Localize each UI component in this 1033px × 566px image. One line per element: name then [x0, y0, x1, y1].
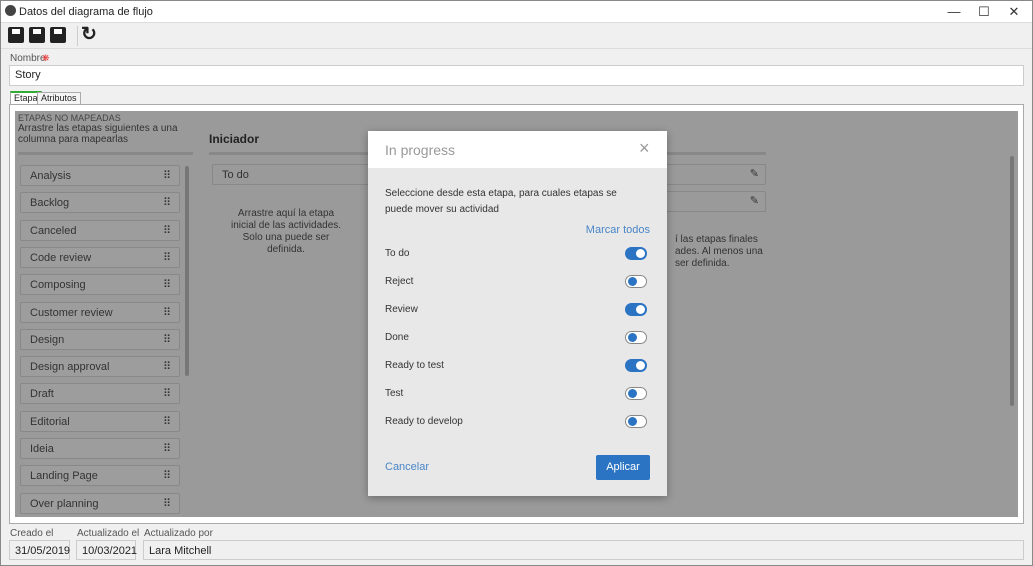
required-icon: ❋: [42, 53, 50, 63]
divider: [77, 26, 78, 46]
initiator-hint: Arrastre aquí la etapa inicial de las ac…: [230, 208, 342, 255]
option-label: To do: [385, 248, 410, 259]
minimize-button[interactable]: —: [939, 3, 969, 21]
drag-handle-icon[interactable]: ⠿: [163, 333, 171, 346]
stage-label: Backlog: [30, 197, 70, 210]
unmapped-stage-item[interactable]: Design ⠿: [20, 328, 180, 350]
drag-handle-icon[interactable]: ⠿: [163, 387, 171, 400]
stage-label: Design approval: [30, 361, 110, 374]
stage-label: Ideia: [30, 443, 54, 455]
created-label: Creado el: [10, 528, 54, 539]
unmapped-stage-item[interactable]: Editorial ⠿: [20, 410, 180, 432]
stage-label: Analysis: [30, 170, 71, 182]
stage-label: Canceled: [30, 224, 77, 237]
main-scrollbar[interactable]: [1010, 156, 1014, 406]
option-label: Ready to develop: [385, 416, 463, 427]
toolbar: ↻: [1, 23, 1032, 49]
updated-by-field: Lara Mitchell: [143, 540, 1024, 560]
option-label: Reject: [385, 276, 414, 287]
option-toggle[interactable]: [625, 247, 647, 260]
app-globe-icon: [5, 5, 16, 16]
unmapped-stage-item[interactable]: Analysis ⠿: [20, 165, 180, 186]
drag-handle-icon[interactable]: ⠿: [163, 497, 171, 510]
drag-handle-icon[interactable]: ⠿: [163, 415, 171, 428]
option-label: Review: [385, 304, 418, 315]
modal-title: In progress: [385, 142, 456, 158]
option-toggle[interactable]: [625, 331, 647, 344]
save-new-icon[interactable]: [8, 27, 24, 43]
title-bar: Datos del diagrama de flujo — ☐ ✕: [1, 1, 1032, 23]
updated-label: Actualizado el: [77, 528, 140, 539]
unmapped-stage-item[interactable]: Canceled ⠿: [20, 219, 180, 241]
modal-header: In progress ×: [368, 131, 667, 168]
initiator-title: Iniciador: [209, 132, 260, 146]
drag-handle-icon[interactable]: ⠿: [163, 224, 171, 237]
unmapped-heading: ETAPAS NO MAPEADAS: [18, 113, 121, 123]
name-input[interactable]: Story: [9, 65, 1024, 86]
stage-label: Over planning: [30, 497, 99, 510]
option-toggle[interactable]: [625, 275, 647, 288]
drag-handle-icon[interactable]: ⠿: [163, 442, 171, 455]
option-toggle[interactable]: [625, 359, 647, 372]
drag-handle-icon[interactable]: ⠿: [163, 469, 171, 482]
stage-label: Landing Page: [30, 470, 98, 483]
option-label: Done: [385, 332, 409, 343]
unmapped-stage-item[interactable]: Customer review ⠿: [20, 301, 180, 323]
unmapped-hint: Arrastre las etapas siguientes a una col…: [18, 123, 178, 145]
cancel-button[interactable]: Cancelar: [385, 461, 429, 473]
drag-handle-icon[interactable]: ⠿: [163, 169, 171, 182]
save-icon[interactable]: [29, 27, 45, 43]
unmapped-stage-item[interactable]: Backlog ⠿: [20, 192, 180, 214]
name-label: Nombre: [10, 53, 46, 64]
close-window-button[interactable]: ✕: [999, 3, 1029, 21]
stage-label: Editorial: [30, 415, 70, 428]
option-toggle[interactable]: [625, 387, 647, 400]
hint-line: ser definida.: [675, 258, 730, 269]
unmapped-stage-item[interactable]: Draft ⠿: [20, 383, 180, 405]
save-close-icon[interactable]: [50, 27, 66, 43]
mark-all-link[interactable]: Marcar todos: [586, 224, 650, 236]
drag-handle-icon[interactable]: ⠿: [163, 196, 171, 209]
drag-handle-icon[interactable]: ⠿: [163, 306, 171, 319]
transition-modal: In progress × Seleccione desde esta etap…: [368, 131, 667, 496]
unmapped-stage-item[interactable]: Landing Page ⠿: [20, 465, 180, 487]
stage-label: Code review: [30, 251, 92, 264]
maximize-button[interactable]: ☐: [969, 3, 999, 21]
option-toggle[interactable]: [625, 415, 647, 428]
hint-line: í las etapas finales: [675, 234, 758, 245]
drag-handle-icon[interactable]: ⠿: [163, 278, 171, 291]
unmapped-scrollbar[interactable]: [185, 166, 189, 376]
unmapped-stage-item[interactable]: Composing ⠿: [20, 274, 180, 296]
unmapped-stage-item[interactable]: Ideia ⠿: [20, 438, 180, 459]
drag-handle-icon[interactable]: ⠿: [163, 360, 171, 373]
unmapped-stage-item[interactable]: Code review ⠿: [20, 246, 180, 268]
final-hint: í las etapas finales ades. Al menos una …: [675, 234, 763, 270]
option-toggle[interactable]: [625, 303, 647, 316]
stage-label: Customer review: [30, 306, 113, 319]
updated-by-label: Actualizado por: [144, 528, 213, 539]
modal-description: Seleccione desde esta etapa, para cuales…: [385, 188, 617, 215]
close-icon[interactable]: ×: [639, 138, 650, 159]
pencil-icon[interactable]: ✎: [750, 167, 759, 180]
window-title: Datos del diagrama de flujo: [19, 6, 153, 18]
unmapped-stage-item[interactable]: Over planning ⠿: [20, 492, 180, 514]
pencil-icon[interactable]: ✎: [750, 194, 759, 207]
drag-handle-icon[interactable]: ⠿: [163, 251, 171, 264]
refresh-icon[interactable]: ↻: [81, 23, 97, 46]
divider: [18, 152, 193, 155]
initiator-stage-to-do[interactable]: To do: [212, 164, 372, 185]
stage-label: Draft: [30, 388, 54, 401]
option-label: Test: [385, 388, 404, 399]
unmapped-stage-item[interactable]: Design approval ⠿: [20, 356, 180, 378]
option-label: Ready to test: [385, 360, 444, 371]
hint-line: ades. Al menos una: [675, 246, 763, 257]
stage-label: Design: [30, 333, 65, 346]
created-field: 31/05/2019: [9, 540, 70, 560]
stage-label: Composing: [30, 279, 86, 292]
apply-button[interactable]: Aplicar: [596, 455, 650, 480]
updated-field: 10/03/2021: [76, 540, 137, 560]
